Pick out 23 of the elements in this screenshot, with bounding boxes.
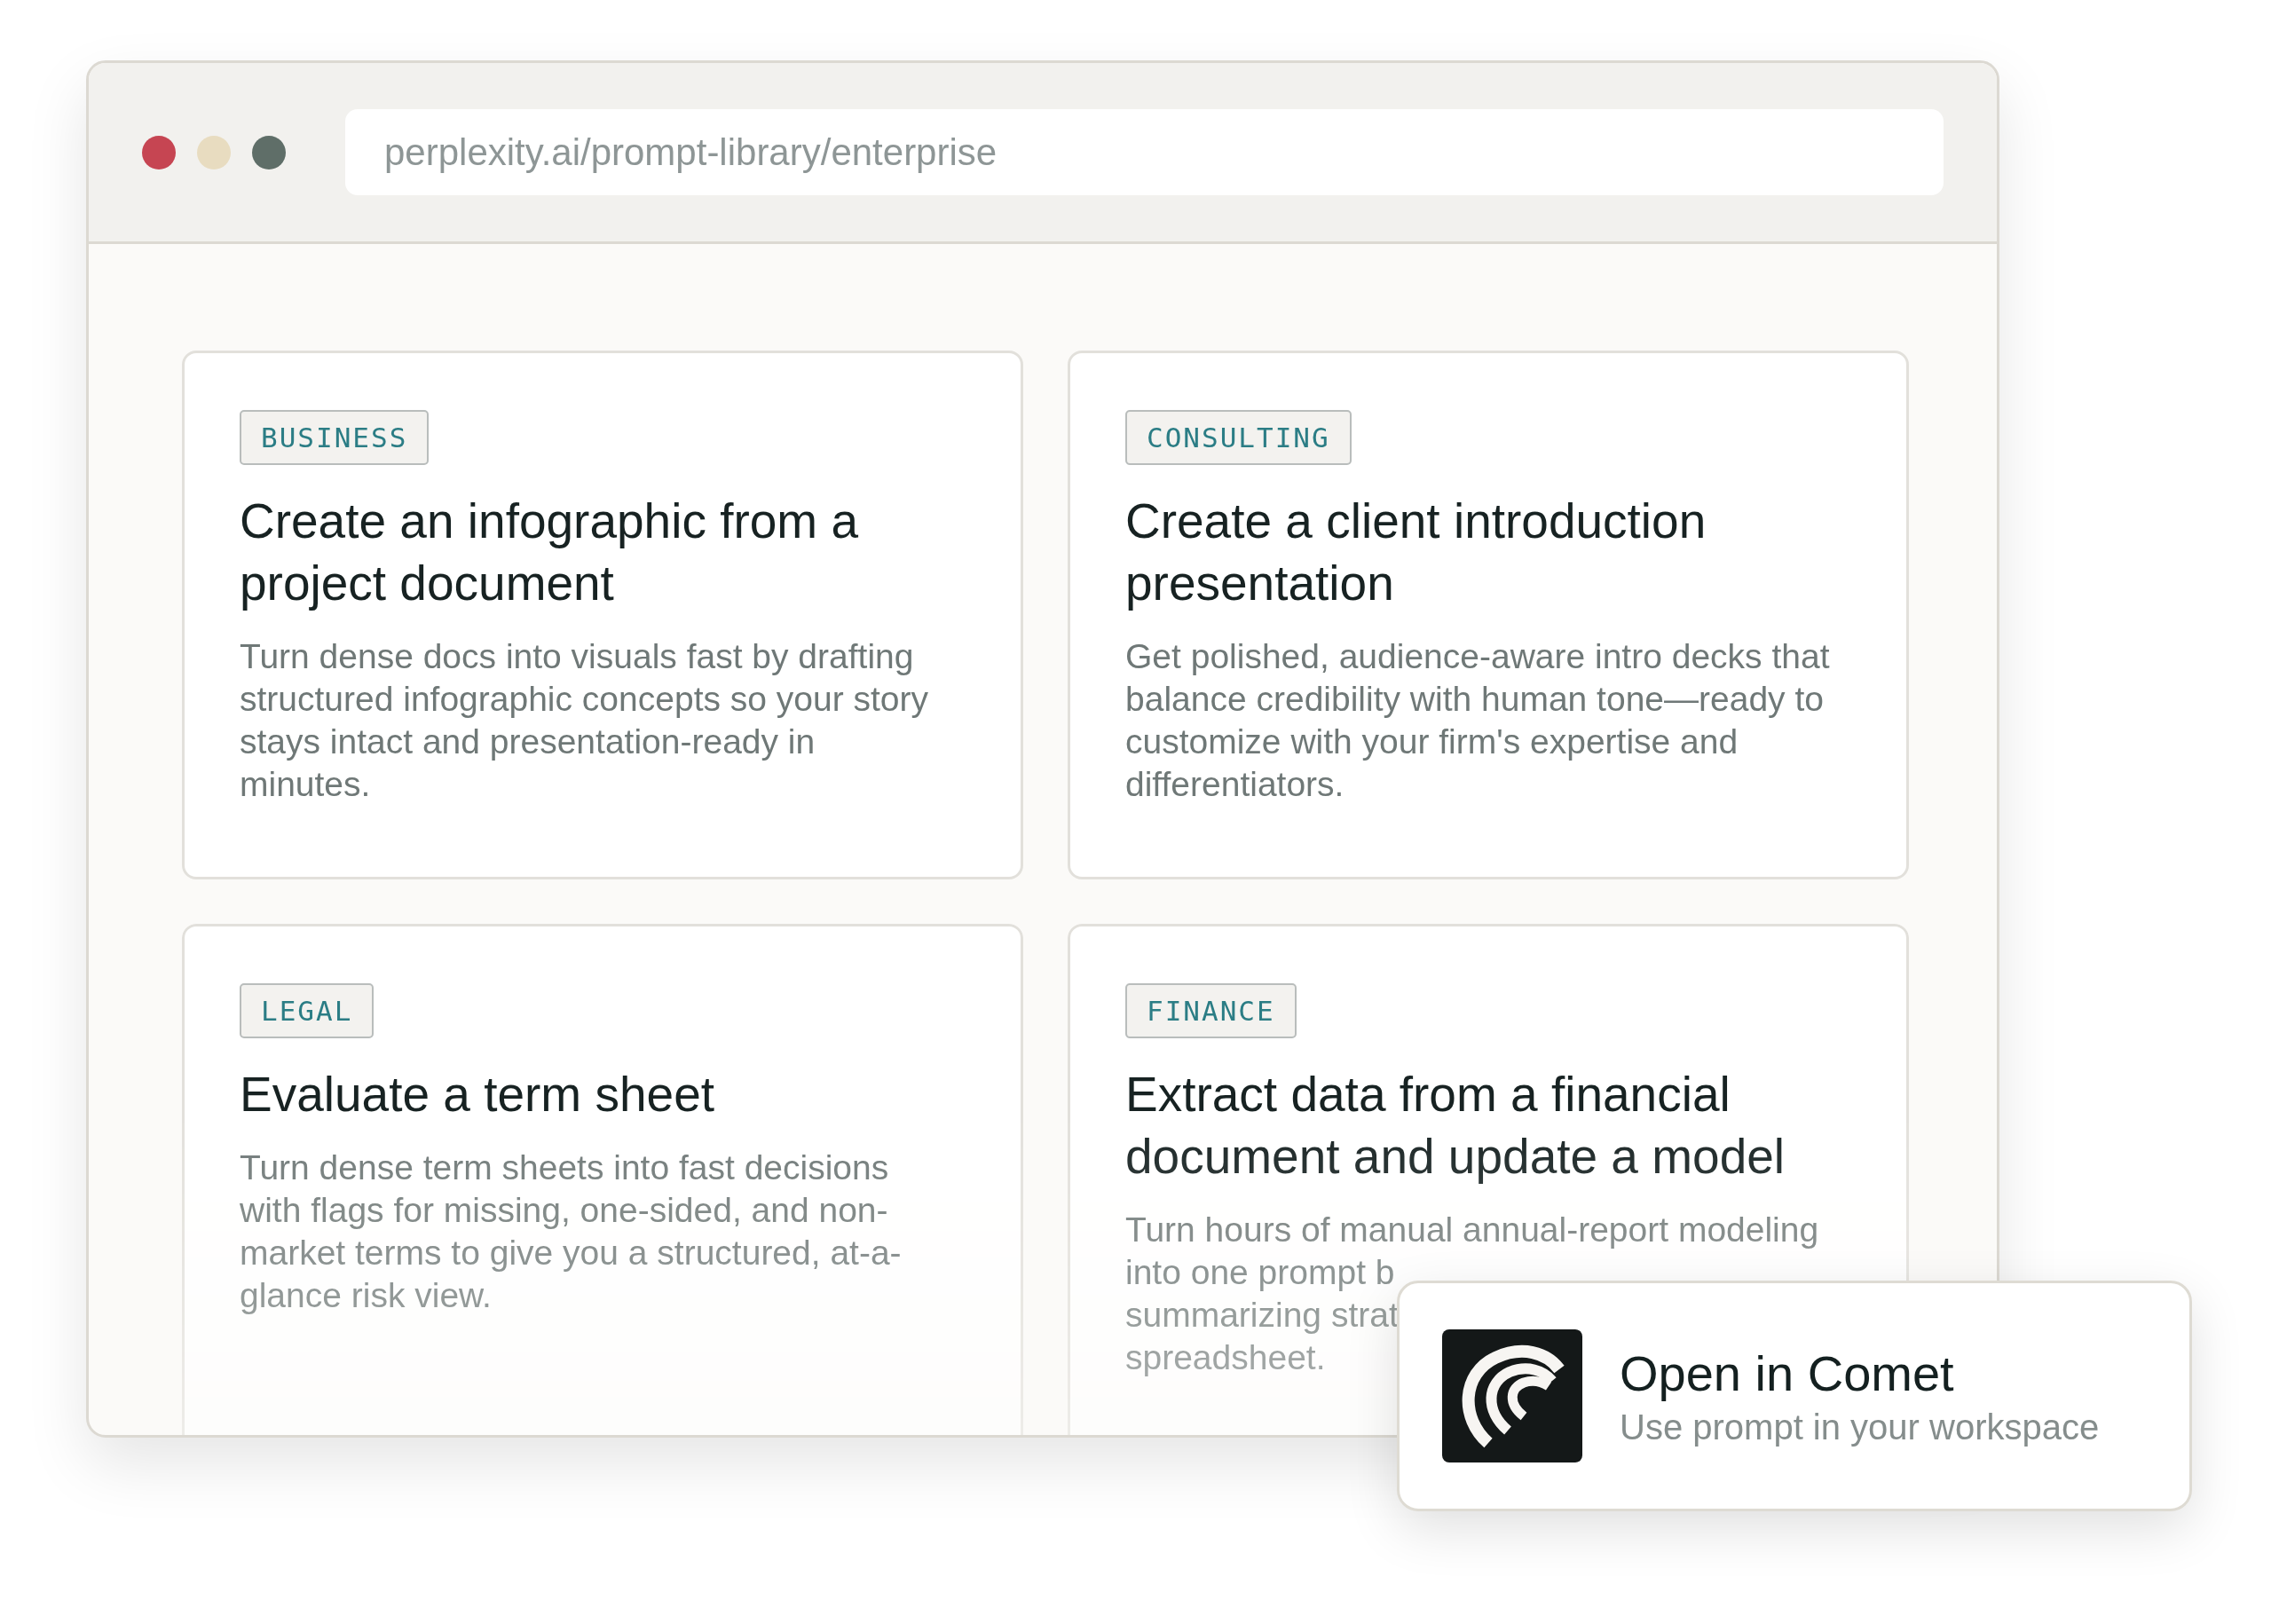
comet-logo-icon — [1442, 1329, 1582, 1462]
category-tag: FINANCE — [1125, 983, 1297, 1038]
card-description-line: spreadsheet. — [1125, 1337, 1326, 1378]
card-description: Turn dense term sheets into fast decisions with flags for missing, one-sided, and non-market terms to give you a structured, at-a-glance risk view. — [240, 1147, 903, 1316]
card-description: Turn dense docs into visuals fast by drafting structured infographic concepts so your story stays intact and presentation-ready in minutes. — [240, 636, 930, 805]
window-control-dot[interactable] — [142, 135, 176, 169]
prompt-card[interactable]: BUSINESS Create an infographic from a project document Turn dense docs into visuals fast by drafting structured infographic concepts so your story stays intact and presentation-ready in minutes. — [182, 351, 1023, 879]
card-description-line: into one prompt b — [1125, 1252, 1395, 1293]
open-in-comet-toast[interactable]: Open in Comet Use prompt in your workspace — [1397, 1281, 2192, 1511]
window-control-dot[interactable] — [197, 135, 231, 169]
prompt-card[interactable]: LEGAL Evaluate a term sheet Turn dense term sheets into fast decisions with flags for missing, one-sided, and non-market terms to give you a structured, at-a-glance risk view. — [182, 924, 1023, 1435]
card-title: Create an infographic from a project document — [240, 493, 860, 612]
card-description-line: Turn hours of manual annual-report modeling — [1125, 1210, 1819, 1250]
card-description-line: summarizing strat — [1125, 1295, 1399, 1336]
card-title: Extract data from a financial document and update a model — [1125, 1066, 1786, 1186]
prompt-card[interactable] — [1068, 351, 1909, 879]
window-control-dot[interactable] — [252, 135, 286, 169]
card-title: Evaluate a term sheet — [240, 1066, 715, 1123]
category-tag: CONSULTING — [1125, 410, 1352, 465]
card-title: Create a client introduction presentation — [1125, 493, 1707, 612]
category-tag: BUSINESS — [240, 410, 430, 465]
card-description: Get polished, audience-aware intro decks that balance credibility with human tone—ready to customize with your firm's expertise and differentiators. — [1125, 636, 1831, 805]
category-tag: LEGAL — [240, 983, 375, 1038]
